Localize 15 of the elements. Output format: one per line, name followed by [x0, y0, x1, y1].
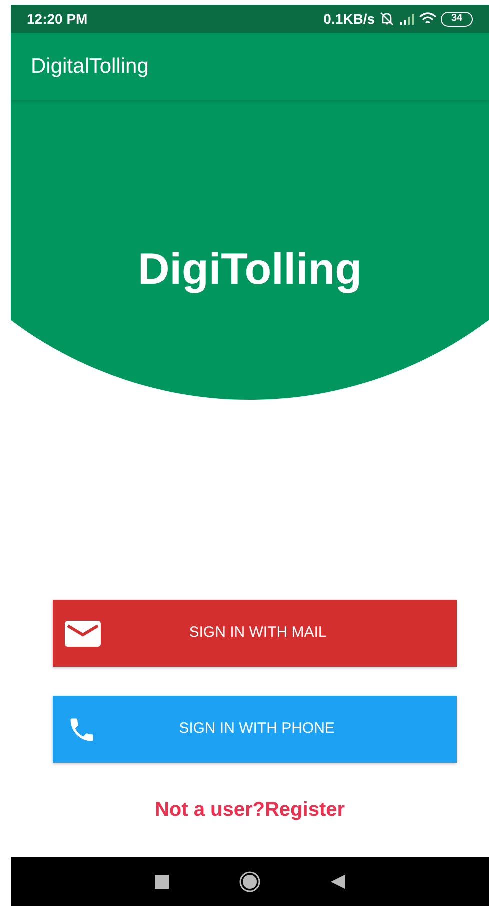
status-time: 12:20 PM — [27, 10, 88, 28]
signal-icon — [399, 13, 415, 25]
mail-sign-in-button[interactable]: SIGN IN WITH MAIL — [53, 600, 457, 667]
envelope-icon — [65, 620, 101, 646]
wifi-icon — [419, 12, 437, 26]
battery-icon: 34 — [441, 12, 473, 26]
recents-icon[interactable] — [155, 874, 169, 888]
back-icon[interactable] — [331, 874, 345, 888]
register-link[interactable]: Not a user?Register — [154, 799, 346, 821]
muted-bell-icon — [379, 11, 395, 27]
phone-sign-in-button[interactable]: SIGN IN WITH PHONE — [53, 696, 457, 763]
app-bar-title: DigitalTolling — [31, 54, 149, 80]
app-logo-title: DigiTolling — [138, 245, 362, 294]
network-speed: 0.1KB/s — [324, 10, 375, 28]
home-icon[interactable] — [239, 870, 261, 892]
